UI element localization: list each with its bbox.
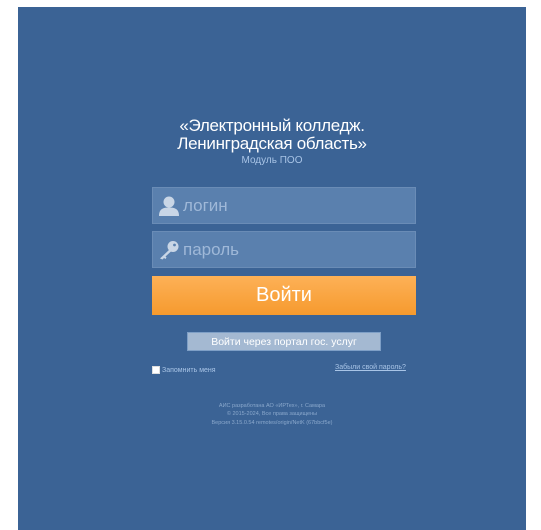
login-input[interactable] bbox=[183, 188, 408, 223]
password-input[interactable] bbox=[183, 232, 408, 267]
app-title-line2: Ленинградская область» bbox=[177, 134, 367, 153]
key-icon bbox=[158, 240, 180, 260]
remember-me[interactable]: Запомнить меня bbox=[152, 364, 216, 376]
footer-version: Версия 3.15.0.54 remotes/origin/NetK (67… bbox=[211, 420, 333, 426]
forgot-password-link[interactable]: Забыли свой пароль? bbox=[335, 364, 406, 371]
user-icon bbox=[158, 196, 180, 216]
footer-developer: АИС разработана АО «ИРТех», г. Самара bbox=[218, 403, 326, 409]
app-title-line1: «Электронный колледж. bbox=[179, 116, 365, 135]
remember-me-label: Запомнить меня bbox=[162, 366, 216, 374]
login-button[interactable]: Войти bbox=[152, 276, 416, 315]
password-field[interactable] bbox=[152, 231, 416, 268]
module-subtitle: Модуль ПОО bbox=[241, 155, 303, 166]
footer-copyright: © 2015-2024, Все права защищены bbox=[226, 411, 318, 417]
gosuslugi-login-button[interactable]: Войти через портал гос. услуг bbox=[187, 332, 381, 351]
login-panel: «Электронный колледж. Ленинградская обла… bbox=[18, 7, 526, 530]
remember-me-checkbox[interactable] bbox=[152, 366, 160, 374]
login-field[interactable] bbox=[152, 187, 416, 224]
